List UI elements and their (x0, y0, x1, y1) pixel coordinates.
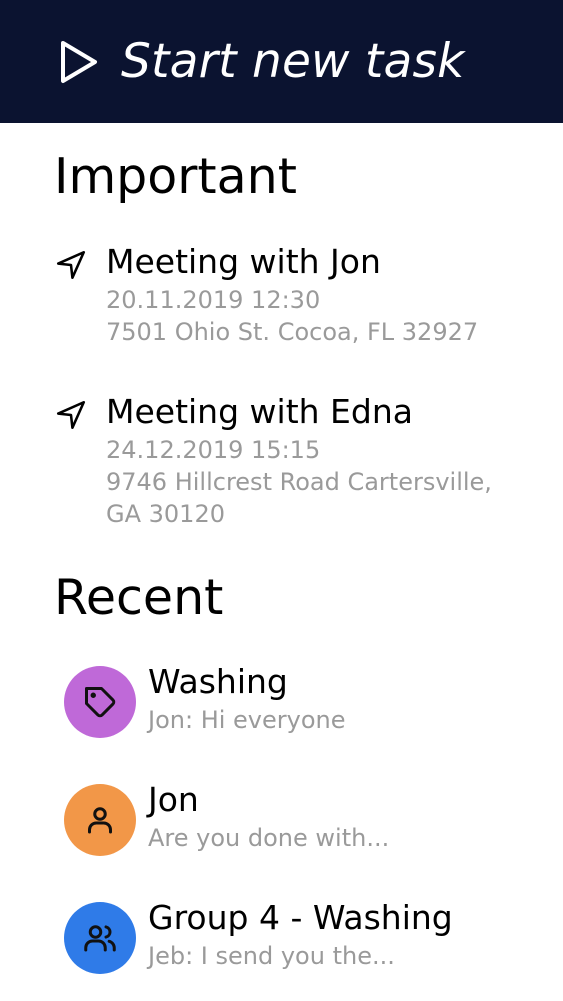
recent-item-group-4-washing[interactable]: Group 4 - Washing Jeb: I send you the... (64, 898, 524, 982)
important-item-address: 9746 Hillcrest Road Cartersville, (106, 468, 492, 496)
recent-heading: Recent (54, 569, 224, 626)
important-item-title: Meeting with Jon (106, 242, 381, 281)
recent-item-title: Jon (148, 780, 199, 819)
recent-item-title: Group 4 - Washing (148, 898, 453, 937)
recent-item-preview: Are you done with... (148, 824, 390, 852)
avatar (64, 784, 136, 856)
play-icon (61, 40, 97, 83)
important-item[interactable]: Meeting with Jon 20.11.2019 12:30 7501 O… (54, 242, 524, 352)
important-item-address-line2: GA 30120 (106, 500, 225, 528)
avatar (64, 902, 136, 974)
important-heading: Important (54, 148, 297, 205)
start-new-task-button[interactable]: Start new task (0, 0, 563, 123)
recent-item-preview: Jeb: I send you the... (148, 942, 395, 970)
recent-item-jon[interactable]: Jon Are you done with... (64, 780, 524, 864)
important-item-address: 7501 Ohio St. Cocoa, FL 32927 (106, 318, 479, 346)
task-screen: Start new task Important Meeting with Jo… (0, 0, 563, 1001)
important-item-datetime: 20.11.2019 12:30 (106, 286, 321, 314)
users-icon (84, 925, 116, 952)
avatar (64, 666, 136, 738)
tag-icon (85, 687, 116, 718)
start-new-task-label: Start new task (121, 34, 465, 89)
important-item-title: Meeting with Edna (106, 392, 413, 431)
navigation-icon (56, 400, 86, 430)
recent-item-title: Washing (148, 662, 288, 701)
important-item-datetime: 24.12.2019 15:15 (106, 436, 321, 464)
recent-item-washing[interactable]: Washing Jon: Hi everyone (64, 662, 524, 746)
recent-item-preview: Jon: Hi everyone (148, 706, 346, 734)
user-icon (88, 807, 112, 834)
important-item[interactable]: Meeting with Edna 24.12.2019 15:15 9746 … (54, 392, 524, 532)
navigation-icon (56, 250, 86, 280)
